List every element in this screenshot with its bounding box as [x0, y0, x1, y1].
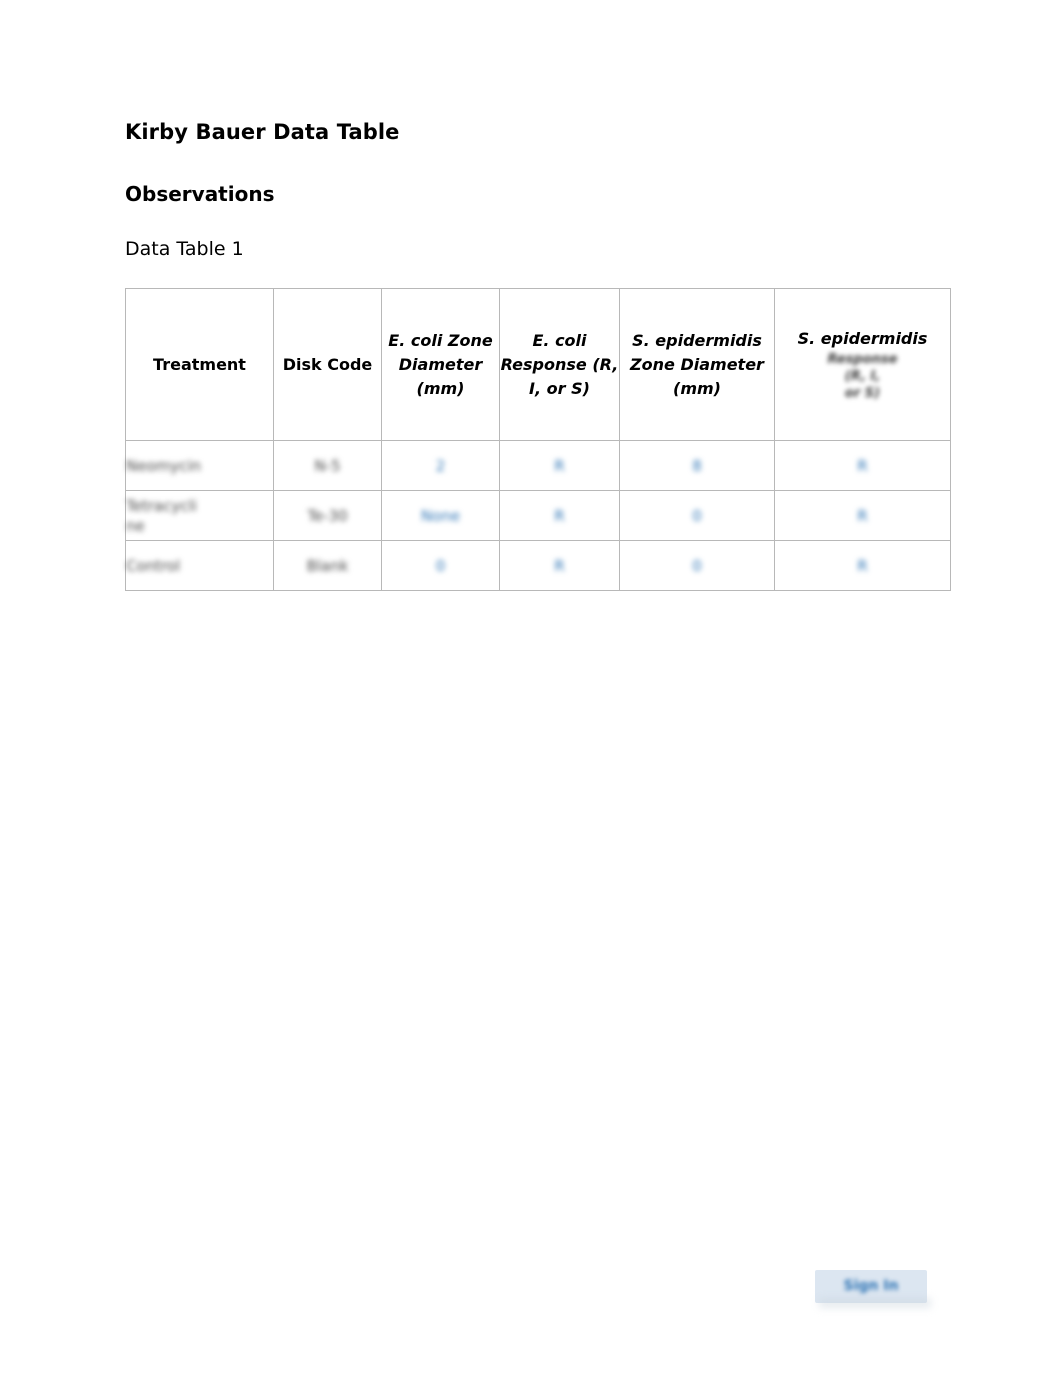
cell-ecoli-response: R — [499, 490, 620, 541]
cell-text: Tetracycli ne — [126, 496, 197, 535]
document-content: Kirby Bauer Data Table Observations Data… — [125, 118, 951, 591]
cell-treatment: Tetracycli ne — [125, 490, 274, 541]
column-header-ecoli-response: E. coli Response (R, I, or S) — [499, 288, 620, 441]
cell-ecoli-zone: 0 — [381, 540, 500, 591]
cell-sepi-zone: 8 — [619, 440, 775, 491]
cell-text: R — [857, 456, 868, 475]
badge-label: Sign In — [843, 1278, 899, 1294]
cell-text: 0 — [692, 556, 702, 575]
table-row: Tetracycli ne Te-30 None R 0 R — [125, 490, 951, 541]
cell-text: 0 — [435, 556, 446, 575]
cell-text: 0 — [692, 506, 702, 525]
cell-text: 2 — [435, 456, 446, 475]
cell-ecoli-zone: None — [381, 490, 500, 541]
column-header-ecoli-zone-diameter: E. coli Zone Diameter (mm) — [381, 288, 500, 441]
cell-text: Control — [126, 556, 181, 575]
cell-text: R — [857, 506, 868, 525]
page-title: Kirby Bauer Data Table — [125, 120, 400, 144]
cell-text: R — [554, 556, 565, 575]
cell-sepi-zone: 0 — [619, 490, 775, 541]
column-header-sepidermidis-zone-diameter: S. epidermidis Zone Diameter (mm) — [619, 288, 775, 441]
cell-ecoli-response: R — [499, 440, 620, 491]
cell-text: Blank — [306, 556, 349, 575]
cell-text: Te-30 — [307, 506, 348, 525]
column-header-sepidermidis-response-blurred: Response (R, I, or S) — [827, 352, 898, 401]
column-header-disk-code: Disk Code — [273, 288, 382, 441]
table-row: Neomycin N-5 2 R 8 R — [125, 440, 951, 491]
cell-ecoli-zone: 2 — [381, 440, 500, 491]
column-header-sepidermidis-label: S. epidermidis — [797, 329, 928, 348]
cell-text: None — [420, 506, 461, 525]
cell-text: R — [554, 456, 565, 475]
cell-treatment: Control — [125, 540, 274, 591]
cell-disk-code: Blank — [273, 540, 382, 591]
table-header-row: Treatment Disk Code E. coli Zone Diamete… — [125, 288, 951, 441]
cell-sepi-response: R — [774, 540, 951, 591]
cell-treatment: Neomycin — [125, 440, 274, 491]
cell-text: R — [857, 556, 868, 575]
table-row: Control Blank 0 R 0 R — [125, 540, 951, 591]
cell-text: 8 — [692, 456, 702, 475]
document-page: Kirby Bauer Data Table Observations Data… — [0, 0, 1062, 1377]
footer-badge[interactable]: Sign In — [815, 1270, 931, 1308]
cell-disk-code: Te-30 — [273, 490, 382, 541]
cell-sepi-response: R — [774, 490, 951, 541]
cell-text: N-5 — [314, 456, 341, 475]
cell-disk-code: N-5 — [273, 440, 382, 491]
column-header-sepidermidis-response: S. epidermidis Response (R, I, or S) — [774, 288, 951, 441]
cell-sepi-zone: 0 — [619, 540, 775, 591]
cell-text: Neomycin — [126, 456, 202, 475]
cell-ecoli-response: R — [499, 540, 620, 591]
kirby-bauer-data-table: Treatment Disk Code E. coli Zone Diamete… — [125, 288, 951, 591]
section-heading-observations: Observations — [125, 182, 275, 206]
data-table-label: Data Table 1 — [125, 238, 244, 260]
cell-text: R — [554, 506, 565, 525]
cell-sepi-response: R — [774, 440, 951, 491]
column-header-treatment: Treatment — [125, 288, 274, 441]
